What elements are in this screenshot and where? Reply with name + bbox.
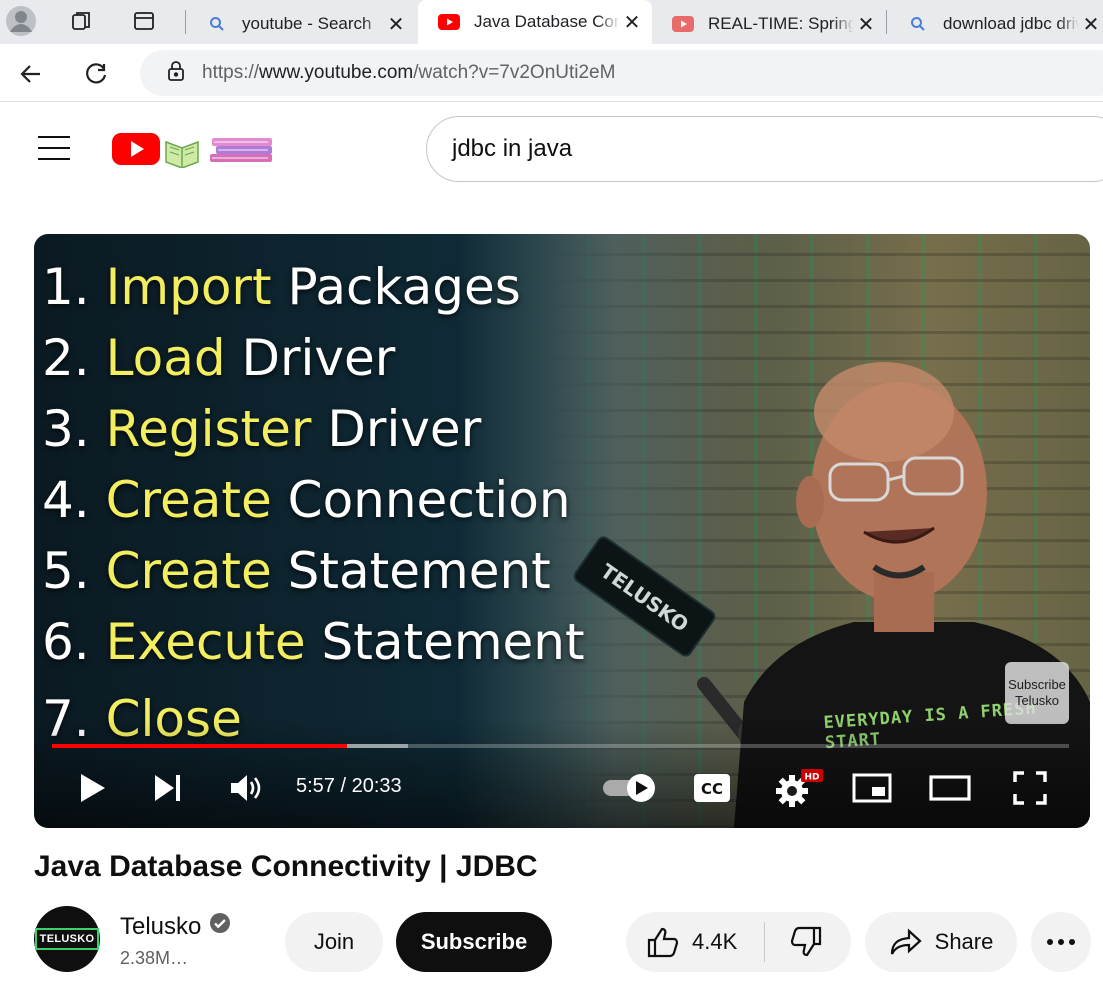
like-dislike-group: 4.4K — [626, 912, 851, 972]
avatar-text: TELUSKO — [34, 928, 100, 950]
more-dots-icon — [1047, 939, 1075, 945]
search-input[interactable]: jdbc in java — [426, 116, 1103, 182]
video-player[interactable]: 1. Import Packages 2. Load Driver 3. Reg… — [34, 234, 1090, 828]
tab-java-database-connectivity[interactable]: Java Database Connectivity | JDBC ✕ — [418, 0, 652, 44]
played-bar — [52, 744, 347, 748]
youtube-header: jdbc in java — [0, 102, 1103, 192]
close-tab-icon[interactable]: ✕ — [854, 12, 878, 37]
like-button[interactable]: 4.4K — [626, 912, 764, 972]
gear-icon: HD — [776, 769, 823, 807]
theater-mode-button[interactable] — [928, 768, 972, 808]
subscribe-button[interactable]: Subscribe — [396, 912, 552, 972]
menu-icon[interactable] — [38, 136, 70, 160]
thumbs-up-icon — [647, 927, 679, 958]
tab-title: Java Database Connectivity | JDBC — [474, 12, 620, 31]
fullscreen-button[interactable] — [1008, 768, 1052, 808]
cc-label: CC — [701, 780, 723, 798]
dislike-button[interactable] — [776, 912, 836, 972]
tab-actions-icon[interactable] — [127, 4, 161, 38]
video-steps-overlay: 1. Import Packages 2. Load Driver 3. Reg… — [42, 252, 585, 755]
workspaces-icon[interactable] — [64, 4, 98, 38]
step-line: 4. Create Connection — [42, 471, 571, 529]
watermark-line: Subscribe — [1008, 677, 1066, 692]
search-icon — [907, 16, 929, 32]
subscriber-count: 2.38M… — [120, 948, 189, 968]
settings-button[interactable]: HD — [772, 768, 824, 808]
video-title: Java Database Connectivity | JDBC — [34, 850, 538, 883]
browser-tab-strip: youtube - Search ✕ Java Database Connect… — [0, 0, 1103, 44]
join-button[interactable]: Join — [285, 912, 383, 972]
step-line: 6. Execute Statement — [42, 613, 585, 671]
tab-download-jdbc[interactable]: download jdbc driver ✕ — [887, 4, 1103, 44]
tab-title: REAL-TIME: Spring — [708, 14, 854, 33]
channel-avatar[interactable]: TELUSKO — [34, 906, 100, 972]
volume-icon[interactable] — [226, 768, 266, 808]
step-line: 3. Register Driver — [42, 400, 482, 458]
share-label: Share — [934, 929, 994, 954]
close-tab-icon[interactable]: ✕ — [620, 10, 644, 35]
lock-icon[interactable] — [166, 60, 186, 87]
share-arrow-icon — [890, 928, 922, 955]
back-arrow-icon[interactable] — [14, 57, 48, 91]
profile-avatar-icon[interactable] — [4, 4, 38, 38]
time-display: 5:57 / 20:33 — [296, 775, 402, 797]
youtube-icon — [438, 14, 460, 30]
refresh-icon[interactable] — [79, 57, 113, 91]
thumbs-down-icon — [790, 926, 822, 957]
close-tab-icon[interactable]: ✕ — [1079, 12, 1103, 37]
channel-name-text: Telusko — [120, 912, 202, 940]
subtitles-button[interactable]: CC — [692, 768, 732, 808]
progress-bar[interactable] — [52, 744, 1069, 748]
youtube-logo[interactable] — [112, 130, 274, 173]
tab-real-time-spring[interactable]: REAL-TIME: Spring ✕ — [652, 4, 886, 44]
miniplayer-button[interactable] — [850, 768, 894, 808]
next-button[interactable] — [148, 768, 188, 808]
watermark-line: Telusko — [1014, 693, 1060, 708]
address-bar[interactable]: https://www.youtube.com/watch?v=7v2OnUti… — [140, 50, 1103, 96]
tab-youtube-search[interactable]: youtube - Search ✕ — [186, 4, 416, 44]
like-count: 4.4K — [692, 929, 738, 954]
like-separator — [764, 922, 765, 962]
youtube-icon — [672, 16, 694, 32]
share-button[interactable]: Share — [865, 912, 1017, 972]
close-tab-icon[interactable]: ✕ — [384, 12, 408, 37]
play-button[interactable] — [72, 768, 112, 808]
search-query: jdbc in java — [452, 135, 573, 162]
step-line: 2. Load Driver — [42, 329, 396, 387]
step-line: 1. Import Packages — [42, 258, 521, 316]
step-line: 5. Create Statement — [42, 542, 551, 600]
url-text: https://www.youtube.com/watch?v=7v2OnUti… — [202, 62, 616, 83]
tab-title: download jdbc driver — [943, 14, 1079, 33]
autoplay-toggle[interactable] — [600, 768, 660, 808]
subscribe-watermark[interactable]: Subscribe Telusko — [1005, 662, 1069, 724]
search-icon — [206, 16, 228, 32]
tab-title: youtube - Search — [242, 14, 372, 33]
verified-check-icon — [209, 912, 231, 941]
browser-toolbar: https://www.youtube.com/watch?v=7v2OnUti… — [0, 44, 1103, 102]
more-actions-button[interactable] — [1031, 912, 1091, 972]
channel-name[interactable]: Telusko — [120, 912, 231, 941]
hd-badge: HD — [804, 773, 819, 783]
